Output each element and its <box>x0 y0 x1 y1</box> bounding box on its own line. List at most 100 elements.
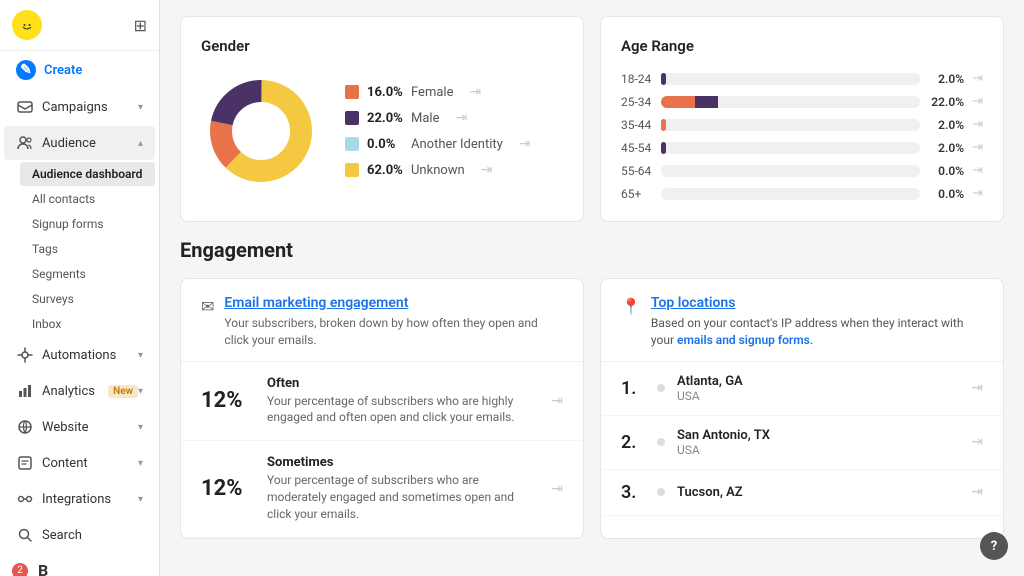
age-range-card: Age Range 18-24 2.0% ⇥ 25-34 <box>600 16 1004 222</box>
integrations-chevron: ▾ <box>138 494 143 505</box>
age-bar-25-34-purple <box>695 96 718 108</box>
loc-country-1: USA <box>677 389 959 403</box>
loc-dot-2 <box>657 438 665 446</box>
campaigns-chevron: ▾ <box>138 102 143 113</box>
sidebar-item-tags[interactable]: Tags <box>20 237 155 261</box>
age-bar-fill-18-24 <box>661 73 666 85</box>
another-label: Another Identity <box>411 137 503 152</box>
analytics-chevron: ▾ <box>138 386 143 397</box>
engagement-section: Engagement ✉ Email marketing engagement … <box>180 238 1004 539</box>
age-bar-fill-45-54 <box>661 142 666 154</box>
loc-city-3: Tucson, AZ <box>677 485 959 500</box>
engage-often-send-icon[interactable]: ⇥ <box>551 393 563 409</box>
nav-item-search[interactable]: Search <box>4 518 155 552</box>
gender-card-title: Gender <box>201 37 563 55</box>
age-bar-25-34 <box>661 96 920 108</box>
website-chevron: ▾ <box>138 422 143 433</box>
male-color-dot <box>345 111 359 125</box>
nav-item-audience[interactable]: Audience ▴ <box>4 126 155 160</box>
age-send-18-24[interactable]: ⇥ <box>972 71 983 86</box>
automations-chevron: ▾ <box>138 350 143 361</box>
age-bar-fill-35-44 <box>661 119 666 131</box>
age-send-55-64[interactable]: ⇥ <box>972 163 983 178</box>
engage-often-detail: Often Your percentage of subscribers who… <box>267 376 535 427</box>
create-icon: ✎ <box>16 60 36 80</box>
nav-label-audience: Audience <box>42 136 138 151</box>
unknown-label: Unknown <box>411 163 465 178</box>
engage-often-desc: Your percentage of subscribers who are h… <box>267 393 535 427</box>
nav-item-website[interactable]: Website ▾ <box>4 410 155 444</box>
analytics-icon <box>16 382 34 400</box>
age-send-45-54[interactable]: ⇥ <box>972 140 983 155</box>
website-icon <box>16 418 34 436</box>
age-row-55-64: 55-64 0.0% ⇥ <box>621 163 983 178</box>
email-engagement-link[interactable]: Email marketing engagement <box>224 295 563 311</box>
another-send-icon[interactable]: ⇥ <box>519 136 531 152</box>
female-label: Female <box>411 85 453 100</box>
sidebar-item-surveys[interactable]: Surveys <box>20 287 155 311</box>
sidebar-item-signup-forms[interactable]: Signup forms <box>20 212 155 236</box>
nav-item-content[interactable]: Content ▾ <box>4 446 155 480</box>
loc-send-2[interactable]: ⇥ <box>971 434 983 450</box>
age-label-65plus: 65+ <box>621 187 653 201</box>
sidebar-item-inbox[interactable]: Inbox <box>20 312 155 336</box>
sidebar-toggle-icon[interactable]: ⊞ <box>134 16 147 35</box>
engagement-row: ✉ Email marketing engagement Your subscr… <box>180 278 1004 539</box>
female-color-dot <box>345 85 359 99</box>
engage-sometimes-desc: Your percentage of subscribers who are m… <box>267 472 535 522</box>
audience-icon <box>16 134 34 152</box>
gender-card: Gender <box>180 16 584 222</box>
male-send-icon[interactable]: ⇥ <box>455 110 467 126</box>
age-label-45-54: 45-54 <box>621 141 653 155</box>
age-send-65plus[interactable]: ⇥ <box>972 186 983 201</box>
gender-legend-another: 0.0% Another Identity ⇥ <box>345 136 531 152</box>
loc-desc-link[interactable]: emails and signup forms. <box>677 333 813 347</box>
gender-legend-male: 22.0% Male ⇥ <box>345 110 531 126</box>
engage-sometimes-send-icon[interactable]: ⇥ <box>551 481 563 497</box>
age-send-35-44[interactable]: ⇥ <box>972 117 983 132</box>
loc-row-san-antonio: 2. San Antonio, TX USA ⇥ <box>601 416 1003 470</box>
bottom-notification[interactable]: 2 B <box>0 553 159 576</box>
sidebar-item-all-contacts[interactable]: All contacts <box>20 187 155 211</box>
nav-item-analytics[interactable]: Analytics New ▾ <box>4 374 155 408</box>
sidebar-item-segments[interactable]: Segments <box>20 262 155 286</box>
main-content: Gender <box>160 0 1024 576</box>
nav-label-website: Website <box>42 420 138 435</box>
loc-info-atlanta: Atlanta, GA USA <box>677 374 959 403</box>
search-icon <box>16 526 34 544</box>
analytics-new-badge: New <box>108 385 138 398</box>
nav-item-campaigns[interactable]: Campaigns ▾ <box>4 90 155 124</box>
top-locations-link[interactable]: Top locations <box>651 295 983 311</box>
mailchimp-logo[interactable] <box>12 10 42 40</box>
age-row-45-54: 45-54 2.0% ⇥ <box>621 140 983 155</box>
loc-num-1: 1. <box>621 378 645 399</box>
content-icon <box>16 454 34 472</box>
age-row-25-34: 25-34 22.0% ⇥ <box>621 94 983 109</box>
age-send-25-34[interactable]: ⇥ <box>972 94 983 109</box>
unknown-send-icon[interactable]: ⇥ <box>481 162 493 178</box>
age-bar-25-34-orange <box>661 96 695 108</box>
loc-send-3[interactable]: ⇥ <box>971 484 983 500</box>
sidebar-item-audience-dashboard[interactable]: Audience dashboard <box>20 162 155 186</box>
age-pct-18-24: 2.0% <box>928 72 964 86</box>
loc-header: 📍 Top locations Based on your contact's … <box>601 279 1003 362</box>
engagement-title: Engagement <box>180 238 1004 262</box>
nav-item-create[interactable]: ✎ Create <box>4 52 155 88</box>
email-engagement-card: ✉ Email marketing engagement Your subscr… <box>180 278 584 539</box>
age-bar-55-64 <box>661 165 920 177</box>
nav-label-content: Content <box>42 456 138 471</box>
unknown-color-dot <box>345 163 359 177</box>
nav-item-automations[interactable]: Automations ▾ <box>4 338 155 372</box>
gender-legend: 16.0% Female ⇥ 22.0% Male ⇥ 0.0% <box>345 84 531 178</box>
loc-send-1[interactable]: ⇥ <box>971 380 983 396</box>
unknown-pct: 62.0% <box>367 163 403 178</box>
nav-item-integrations[interactable]: Integrations ▾ <box>4 482 155 516</box>
email-engagement-icon: ✉ <box>201 297 214 316</box>
female-send-icon[interactable]: ⇥ <box>469 84 481 100</box>
nav-label-automations: Automations <box>42 348 138 363</box>
nav-label-campaigns: Campaigns <box>42 100 138 115</box>
age-row-35-44: 35-44 2.0% ⇥ <box>621 117 983 132</box>
help-button[interactable]: ? <box>980 532 1008 560</box>
age-label-55-64: 55-64 <box>621 164 653 178</box>
age-range-grid: 18-24 2.0% ⇥ 25-34 <box>621 71 983 201</box>
